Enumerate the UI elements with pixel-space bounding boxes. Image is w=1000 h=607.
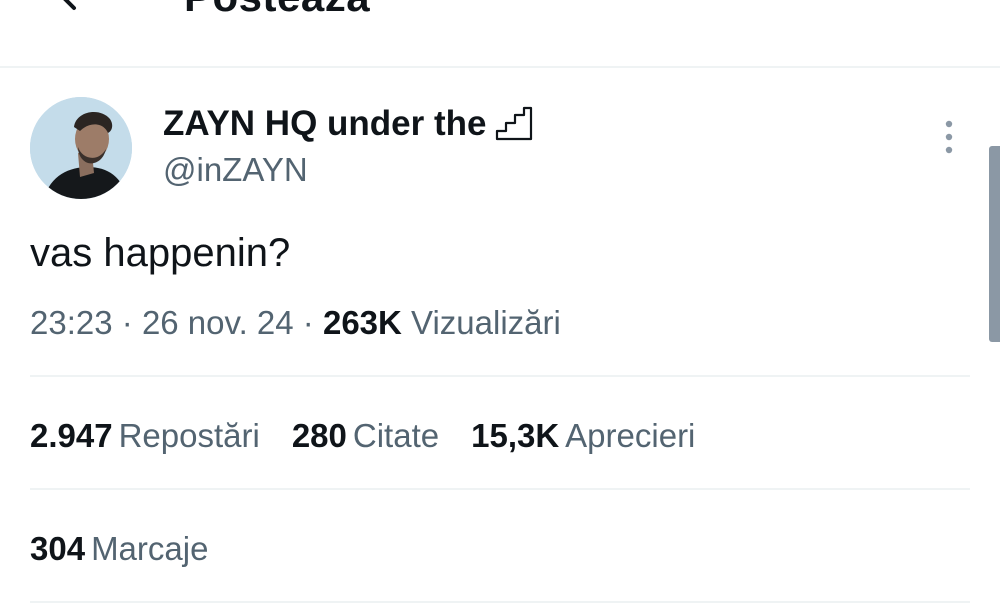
likes-count: 15,3K xyxy=(471,417,560,454)
likes-stat[interactable]: 15,3K Aprecieri xyxy=(471,415,695,457)
quotes-stat[interactable]: 280 Citate xyxy=(292,415,439,457)
meta-separator: · xyxy=(302,304,314,341)
bookmarks-label: Marcaje xyxy=(91,530,209,567)
tweet-date[interactable]: 26 nov. 24 xyxy=(142,304,294,341)
more-vertical-icon xyxy=(945,120,953,154)
stairs-icon xyxy=(494,106,534,142)
views-label: Vizualizări xyxy=(411,304,561,341)
bookmarks-count: 304 xyxy=(30,530,86,567)
tweet-meta: 23:23 · 26 nov. 24 · 263K Vizualizări xyxy=(30,302,561,344)
arrow-left-icon xyxy=(63,0,76,10)
divider xyxy=(30,375,970,377)
meta-separator: · xyxy=(121,304,133,341)
divider xyxy=(30,601,970,603)
quotes-count: 280 xyxy=(291,417,347,454)
back-button[interactable] xyxy=(44,0,92,18)
avatar[interactable] xyxy=(30,97,132,199)
author-handle[interactable]: @inZAYN xyxy=(163,150,308,190)
avatar-image xyxy=(30,97,132,199)
display-name-text: ZAYN HQ under the xyxy=(163,104,487,143)
likes-label: Aprecieri xyxy=(565,417,696,454)
views-count: 263K xyxy=(322,304,402,341)
bookmarks-row: 304 Marcaje xyxy=(30,528,240,570)
tweet-time[interactable]: 23:23 xyxy=(30,304,113,341)
divider xyxy=(30,488,970,490)
more-options-button[interactable] xyxy=(936,118,962,158)
top-bar: Postează xyxy=(0,0,1000,68)
bookmarks-stat[interactable]: 304 Marcaje xyxy=(30,528,208,570)
tweet-text: vas happenin? xyxy=(30,231,291,275)
page-title: Postează xyxy=(184,0,370,20)
engagement-stats: 2.947 Repostări 280 Citate 15,3K Aprecieri xyxy=(30,415,727,457)
reposts-count: 2.947 xyxy=(30,417,113,454)
reposts-stat[interactable]: 2.947 Repostări xyxy=(30,415,260,457)
author-display-name[interactable]: ZAYN HQ under the xyxy=(163,103,534,145)
scrollbar-thumb[interactable] xyxy=(989,146,1000,342)
reposts-label: Repostări xyxy=(118,417,260,454)
quotes-label: Citate xyxy=(352,417,440,454)
